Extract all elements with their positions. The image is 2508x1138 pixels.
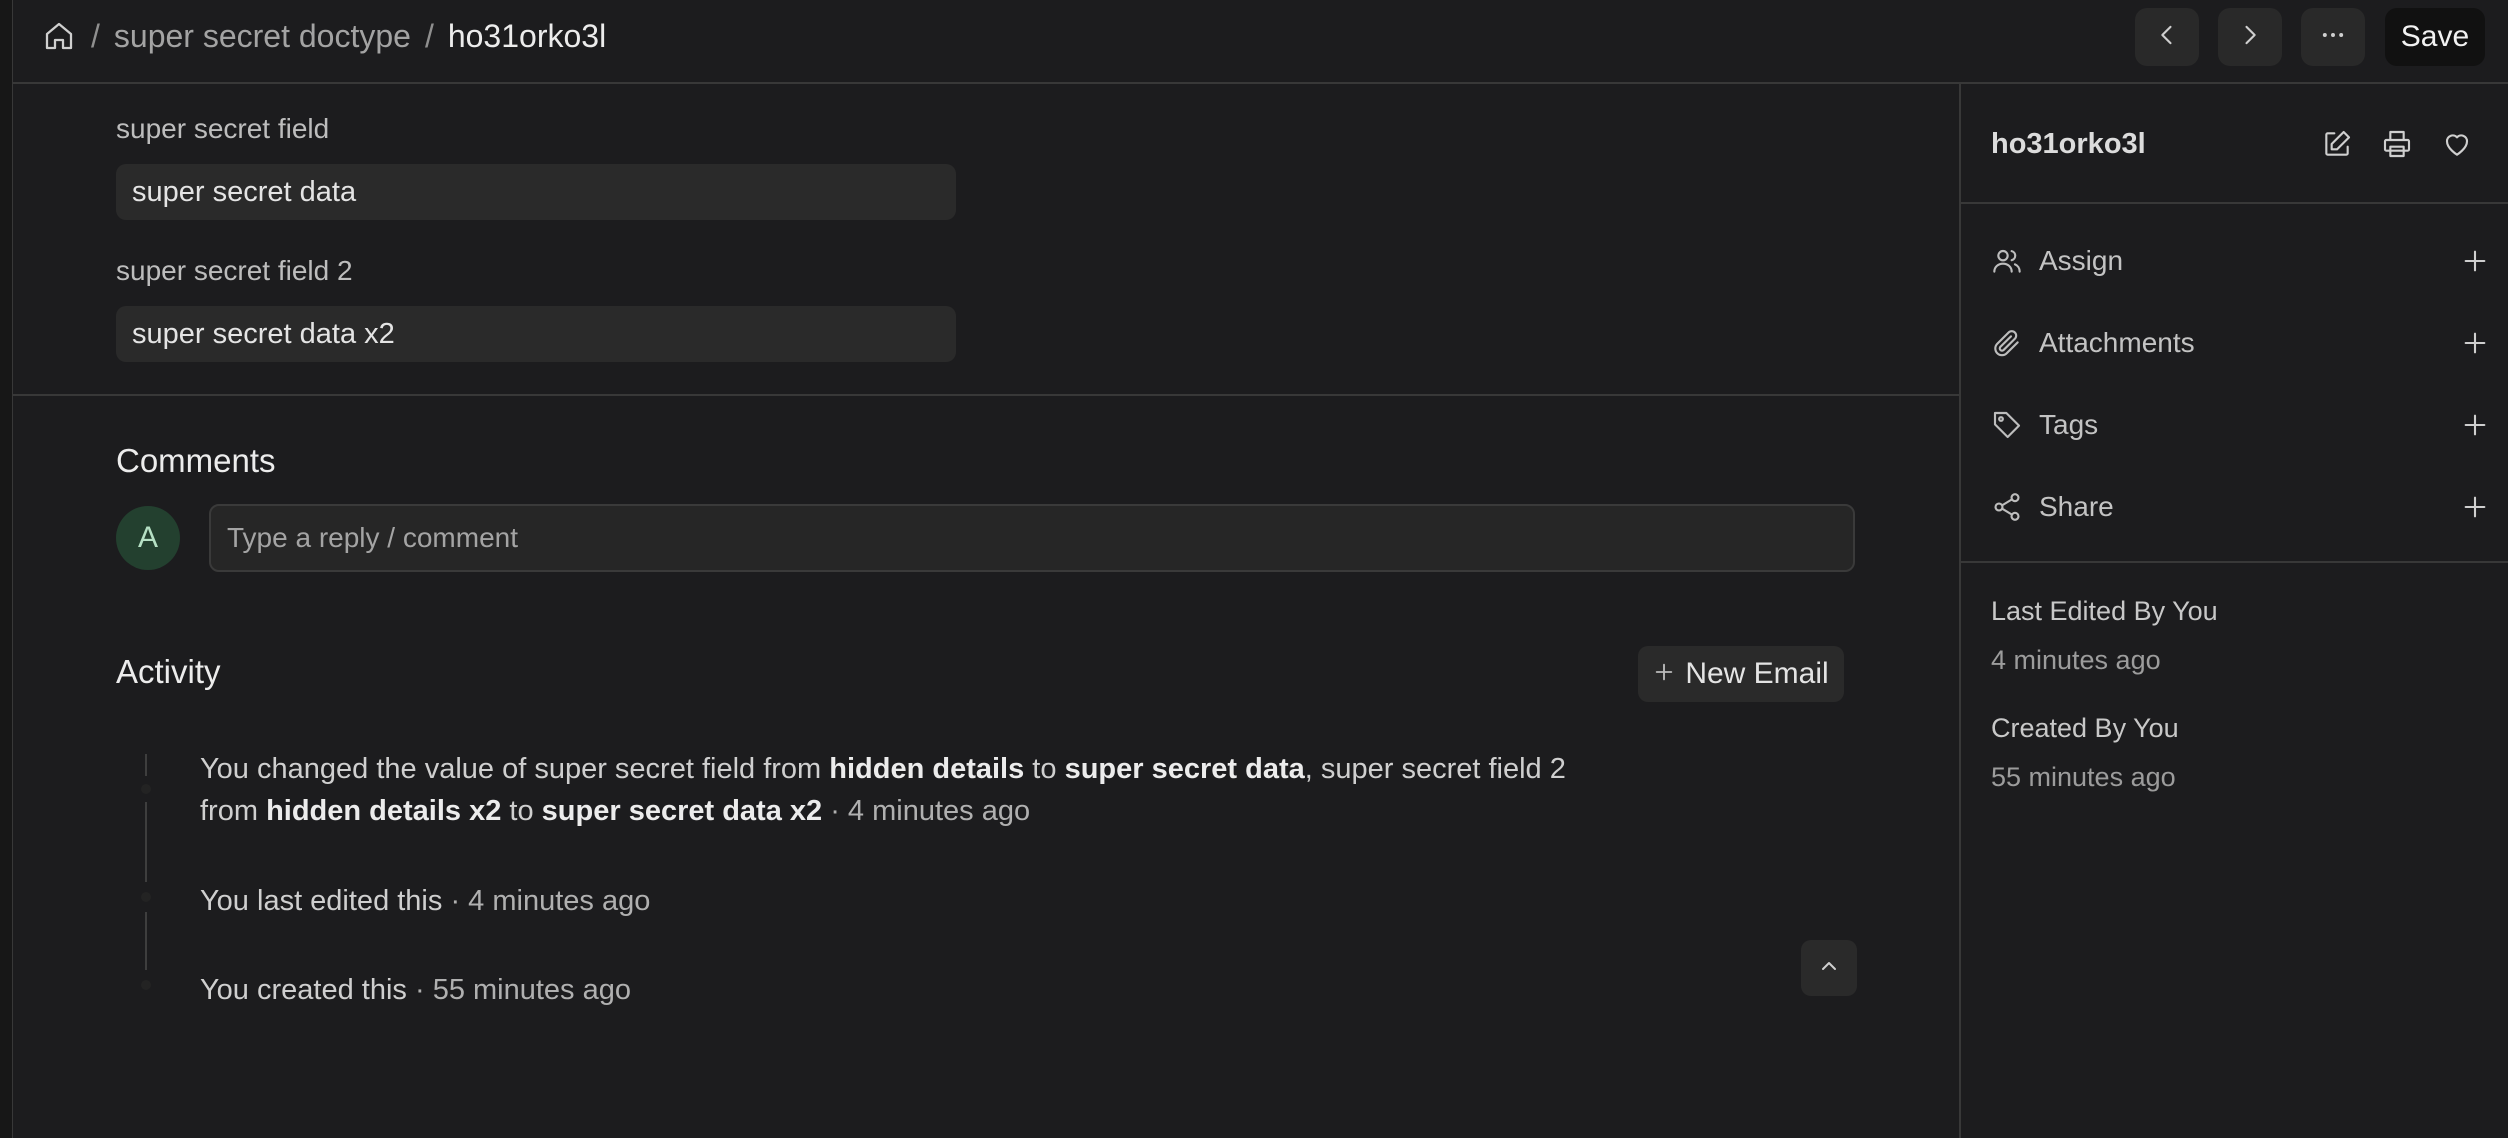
- plus-icon[interactable]: [2459, 245, 2491, 277]
- timeline-line: [145, 754, 147, 776]
- breadcrumb-separator: /: [424, 17, 434, 54]
- left-edge-panel: [0, 0, 13, 1138]
- section-divider: [13, 394, 1959, 396]
- breadcrumb-record: ho31orko3l: [447, 17, 607, 54]
- home-icon[interactable]: [43, 19, 77, 53]
- sidebar-item-tags[interactable]: Tags: [1991, 400, 2491, 450]
- sidebar-item-attachments[interactable]: Attachments: [1991, 318, 2491, 368]
- sidebar-item-label: Attachments: [2039, 327, 2195, 358]
- share-icon: [1991, 491, 2023, 523]
- activity-title: Activity: [116, 653, 221, 690]
- activity-item: You changed the value of super secret fi…: [200, 753, 1566, 827]
- sidebar-divider: [1961, 561, 2508, 563]
- activity-time: · 4 minutes ago: [442, 885, 651, 917]
- breadcrumb-separator: /: [91, 17, 100, 54]
- activity-item: You created this · 55 minutes ago: [200, 974, 631, 1006]
- sidebar-item-label: Share: [2039, 491, 2114, 522]
- plus-icon[interactable]: [2459, 327, 2491, 359]
- plus-icon[interactable]: [2459, 491, 2491, 523]
- comments-title: Comments: [116, 442, 276, 479]
- timeline-line: [145, 802, 147, 882]
- sidebar-item-label: Assign: [2039, 245, 2124, 276]
- chevron-right-icon: [2236, 21, 2264, 54]
- ellipsis-icon: [2319, 21, 2347, 54]
- chevron-left-icon: [2153, 21, 2181, 54]
- users-icon: [1991, 245, 2023, 277]
- more-options-button[interactable]: [2301, 8, 2365, 66]
- tag-icon: [1991, 409, 2023, 441]
- plus-icon[interactable]: [2459, 409, 2491, 441]
- super-secret-field-2-input[interactable]: super secret data x2: [116, 306, 956, 362]
- activity-item: You last edited this · 4 minutes ago: [200, 885, 651, 917]
- new-email-button[interactable]: New Email: [1638, 646, 1844, 702]
- previous-button[interactable]: [2135, 8, 2199, 66]
- timeline-line: [145, 912, 147, 970]
- edit-icon[interactable]: [2319, 126, 2355, 162]
- created-time: 55 minutes ago: [1991, 762, 2176, 792]
- activity-time: · 4 minutes ago: [822, 795, 1031, 827]
- save-button[interactable]: Save: [2385, 8, 2485, 66]
- sidebar-title: ho31orko3l: [1991, 128, 2146, 160]
- timeline-dot: [141, 980, 151, 990]
- avatar: A: [116, 506, 180, 570]
- super-secret-field-input[interactable]: super secret data: [116, 164, 956, 220]
- new-email-label: New Email: [1685, 657, 1829, 690]
- sidebar-divider: [1961, 202, 2508, 204]
- field-label: super secret field: [116, 113, 330, 144]
- main-content: super secret field super secret data sup…: [13, 84, 1959, 1138]
- sidebar-item-share[interactable]: Share: [1991, 482, 2491, 532]
- timeline-dot: [141, 892, 151, 902]
- field-label: super secret field 2: [116, 255, 353, 286]
- chevron-up-icon: [1817, 954, 1841, 983]
- created-label: Created By You: [1991, 713, 2179, 743]
- plus-icon: [1653, 657, 1675, 691]
- heart-icon[interactable]: [2439, 126, 2475, 162]
- timeline-dot: [141, 784, 151, 794]
- print-icon[interactable]: [2379, 126, 2415, 162]
- comment-input[interactable]: [209, 504, 1855, 572]
- scroll-to-top-button[interactable]: [1801, 940, 1857, 996]
- activity-time: · 55 minutes ago: [406, 974, 631, 1006]
- breadcrumb: / super secret doctype / ho31orko3l: [43, 0, 606, 72]
- sidebar-item-assign[interactable]: Assign: [1991, 236, 2491, 286]
- breadcrumb-doctype-link[interactable]: super secret doctype: [114, 18, 411, 55]
- next-button[interactable]: [2218, 8, 2282, 66]
- paperclip-icon: [1991, 327, 2023, 359]
- last-edited-label: Last Edited By You: [1991, 596, 2218, 626]
- right-sidebar: ho31orko3l Assign Attachments Tags Share…: [1959, 84, 2508, 1138]
- last-edited-time: 4 minutes ago: [1991, 645, 2161, 675]
- top-bar: / super secret doctype / ho31orko3l Save: [13, 0, 2508, 84]
- sidebar-item-label: Tags: [2039, 409, 2099, 440]
